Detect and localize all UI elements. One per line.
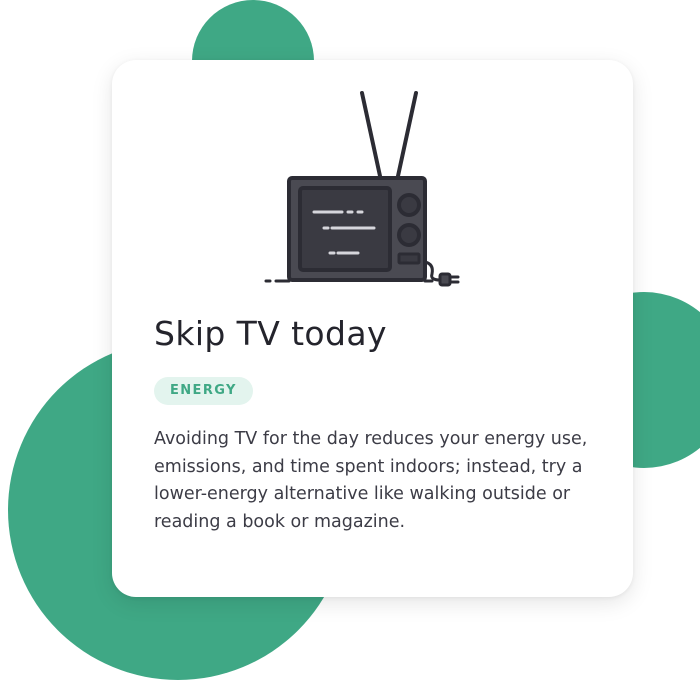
- background: Skip TV today ENERGY Avoiding TV for the…: [0, 0, 700, 700]
- card-title: Skip TV today: [154, 314, 387, 353]
- action-card[interactable]: Skip TV today ENERGY Avoiding TV for the…: [112, 60, 633, 597]
- television-icon: [262, 90, 472, 290]
- category-badge: ENERGY: [154, 377, 253, 405]
- card-description: Avoiding TV for the day reduces your ene…: [154, 429, 588, 532]
